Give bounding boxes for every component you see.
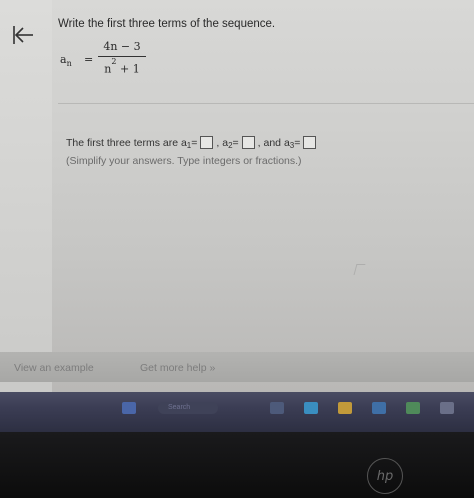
task-view-icon[interactable]	[270, 402, 284, 414]
back-arrow-icon	[13, 26, 33, 44]
store-icon[interactable]	[372, 402, 386, 414]
formula-fraction: 4n − 3 n2 + 1	[98, 40, 146, 76]
app-icon[interactable]	[406, 402, 420, 414]
app-window: Write the first three terms of the seque…	[0, 0, 474, 392]
formula-equals: =	[84, 53, 94, 66]
mouse-cursor-icon	[353, 264, 366, 275]
answer-input-a3[interactable]	[303, 136, 317, 149]
answer-input-a1[interactable]	[200, 136, 214, 149]
answer-input-a2[interactable]	[241, 136, 255, 149]
formula-lhs: an	[60, 53, 72, 69]
laptop-bezel	[0, 432, 474, 498]
question-prompt: Write the first three terms of the seque…	[58, 18, 276, 30]
formula-denominator: n2 + 1	[104, 57, 140, 76]
left-rail	[0, 0, 52, 392]
taskbar	[0, 392, 474, 432]
section-divider	[58, 103, 474, 104]
answer-prompt: The first three terms are a1 = , a2 = , …	[66, 136, 319, 150]
edge-browser-icon[interactable]	[304, 402, 318, 414]
fraction-bar	[98, 56, 146, 57]
taskbar-search-input[interactable]: Search	[158, 402, 218, 414]
notification-icon[interactable]	[440, 402, 454, 414]
back-button[interactable]	[10, 22, 36, 48]
windows-start-icon[interactable]	[122, 402, 136, 414]
file-explorer-icon[interactable]	[338, 402, 352, 414]
view-example-link[interactable]: View an example	[14, 362, 94, 374]
answer-hint: (Simplify your answers. Type integers or…	[66, 155, 302, 167]
formula-numerator: 4n − 3	[103, 40, 141, 53]
get-more-help-link[interactable]: Get more help »	[140, 362, 215, 374]
hp-logo: hp	[367, 458, 403, 494]
